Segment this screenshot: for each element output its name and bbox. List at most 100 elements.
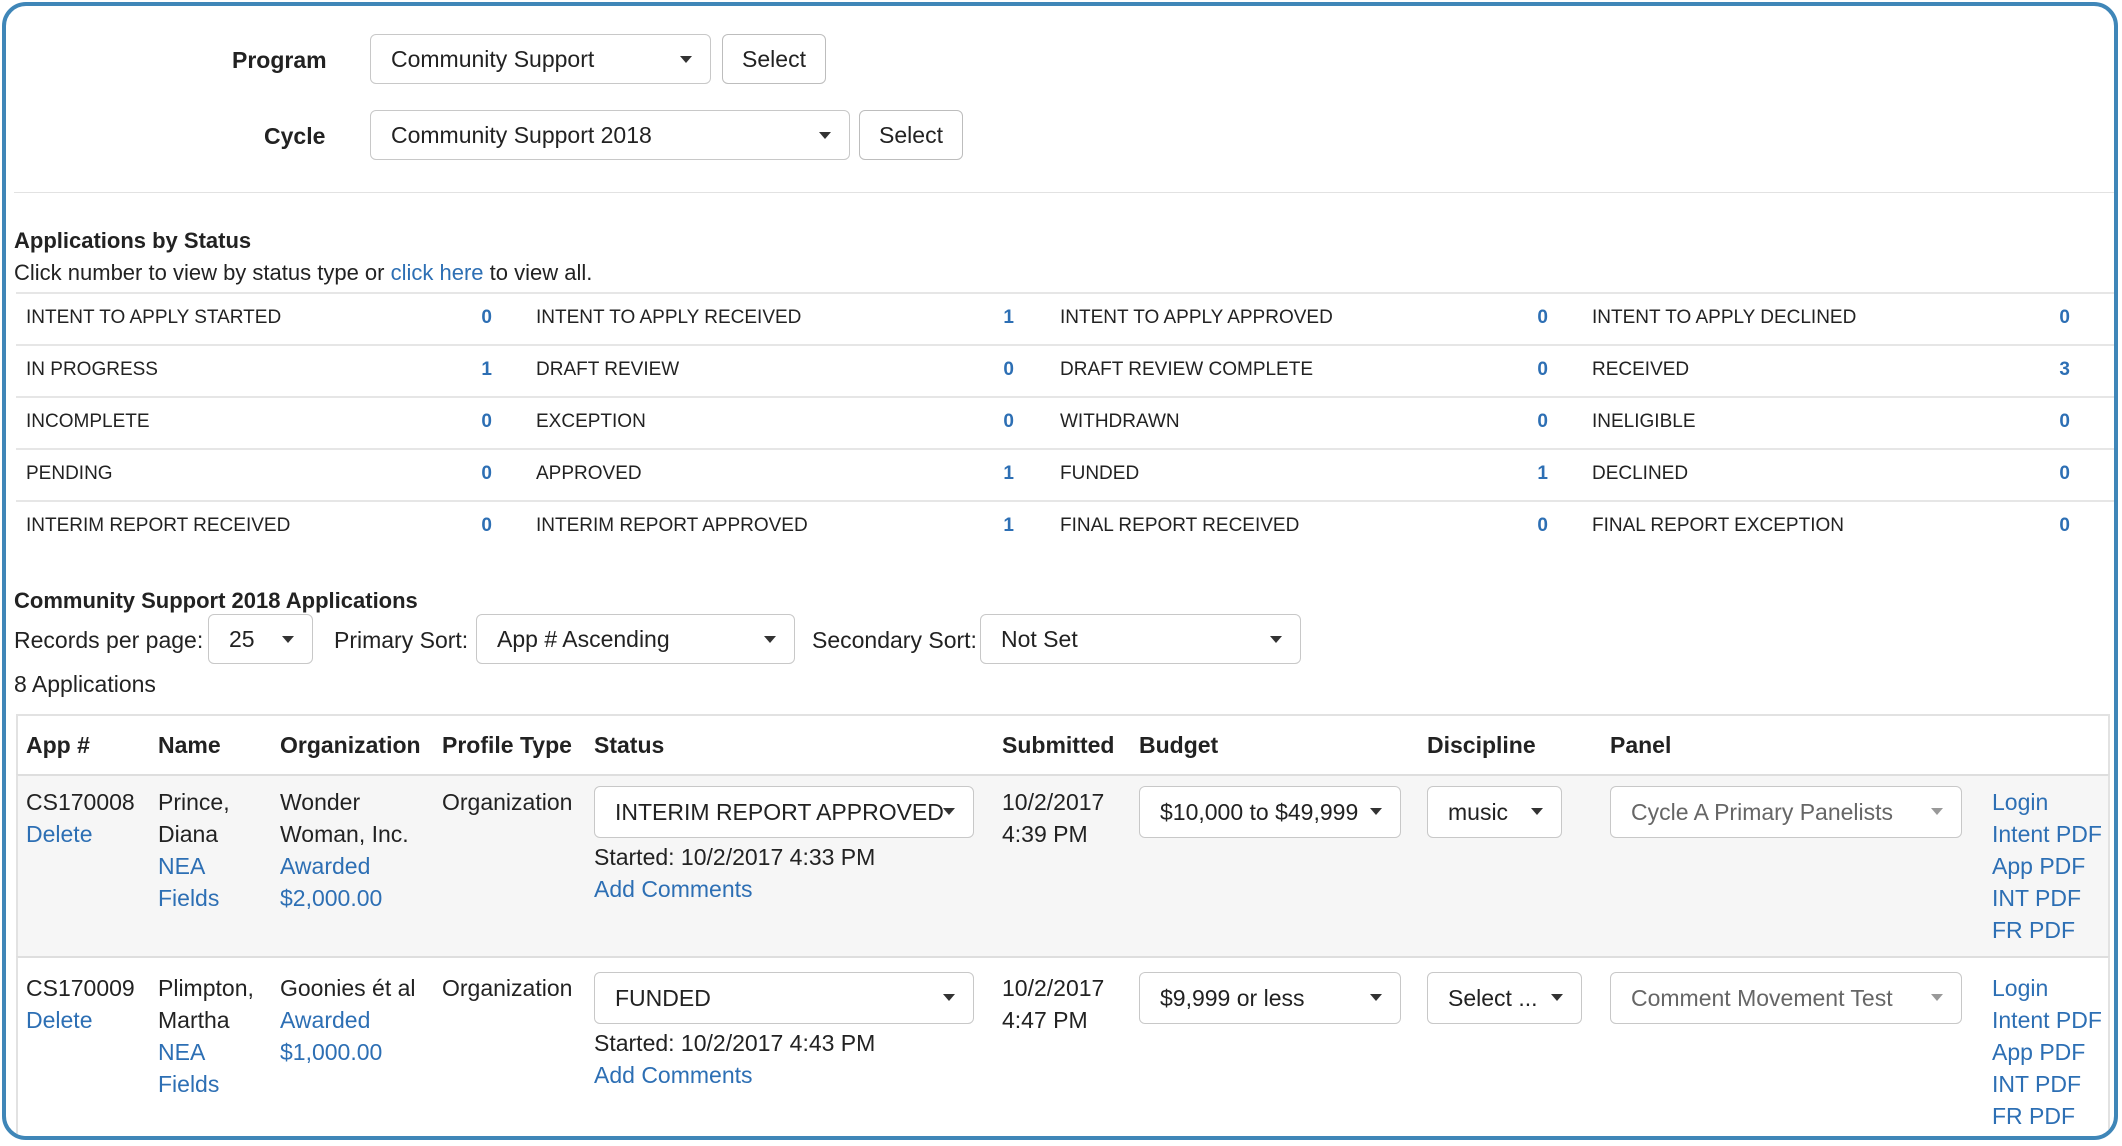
records-per-page-label: Records per page:	[14, 627, 204, 653]
chevron-down-icon	[1370, 808, 1382, 815]
status-label: DRAFT REVIEW COMPLETE	[1060, 359, 1314, 380]
program-select[interactable]: Community Support	[370, 34, 711, 84]
status-count-link[interactable]: 1	[974, 307, 1014, 329]
primary-sort-select[interactable]: App # Ascending	[476, 614, 795, 664]
delete-link[interactable]: Delete	[26, 1004, 135, 1036]
col-profile-type: Profile Type	[442, 732, 572, 758]
int-pdf-link[interactable]: INT PDF	[1992, 882, 2102, 914]
started-text: Started: 10/2/2017 4:33 PM	[594, 844, 876, 870]
applications-count: 8 Applications	[14, 671, 156, 697]
status-count-link[interactable]: 0	[1508, 515, 1548, 537]
fr-pdf-link[interactable]: FR PDF	[1992, 1100, 2102, 1132]
status-count-link[interactable]: 0	[974, 411, 1014, 433]
status-label: INCOMPLETE	[26, 411, 150, 432]
nea-link[interactable]: NEA	[158, 1036, 254, 1068]
organization-cell: Goonies ét al Awarded $1,000.00	[280, 972, 416, 1068]
status-count-link[interactable]: 0	[1508, 307, 1548, 329]
int-pdf-link[interactable]: INT PDF	[1992, 1068, 2102, 1100]
status-label: INTENT TO APPLY DECLINED	[1592, 307, 1857, 328]
status-count-link[interactable]: 0	[2030, 411, 2070, 433]
applicant-name-line2: Martha	[158, 1007, 230, 1033]
name-cell: Plimpton, Martha NEA Fields	[158, 972, 254, 1100]
budget-select[interactable]: $10,000 to $49,999	[1139, 786, 1401, 838]
login-link[interactable]: Login	[1992, 972, 2102, 1004]
status-count-link[interactable]: 1	[1508, 463, 1548, 485]
app-pdf-link[interactable]: App PDF	[1992, 850, 2102, 882]
name-cell: Prince, Diana NEA Fields	[158, 786, 230, 914]
app-frame: Program Community Support Select Cycle C…	[2, 2, 2118, 1140]
secondary-sort-select[interactable]: Not Set	[980, 614, 1301, 664]
awarded-link[interactable]: Awarded	[280, 850, 409, 882]
status-count-link[interactable]: 0	[1508, 411, 1548, 433]
status-count-link[interactable]: 1	[452, 359, 492, 381]
col-app: App #	[26, 732, 90, 758]
status-count-link[interactable]: 0	[1508, 359, 1548, 381]
add-comments-link[interactable]: Add Comments	[594, 873, 875, 905]
status-row-divider	[16, 396, 2114, 398]
status-select[interactable]: INTERIM REPORT APPROVED	[594, 786, 974, 838]
status-count-link[interactable]: 0	[452, 515, 492, 537]
nea-link[interactable]: NEA	[158, 850, 230, 882]
status-label: IN PROGRESS	[26, 359, 158, 380]
primary-sort-label: Primary Sort:	[334, 627, 469, 653]
primary-sort-value: App # Ascending	[497, 625, 670, 652]
instructions-suffix: to view all.	[483, 260, 593, 285]
intent-pdf-link[interactable]: Intent PDF	[1992, 1004, 2102, 1036]
col-status: Status	[594, 732, 665, 758]
cycle-select[interactable]: Community Support 2018	[370, 110, 850, 160]
organization-line2: Woman, Inc.	[280, 821, 409, 847]
fr-pdf-link[interactable]: FR PDF	[1992, 914, 2102, 946]
profile-type: Organization	[442, 975, 573, 1001]
col-budget: Budget	[1139, 732, 1219, 758]
chevron-down-icon	[1531, 808, 1543, 815]
status-count-link[interactable]: 0	[2030, 463, 2070, 485]
status-label: PENDING	[26, 463, 113, 484]
status-count-link[interactable]: 1	[974, 515, 1014, 537]
status-count-link[interactable]: 0	[452, 411, 492, 433]
intent-pdf-link[interactable]: Intent PDF	[1992, 818, 2102, 850]
status-count-link[interactable]: 3	[2030, 359, 2070, 381]
awarded-link[interactable]: Awarded	[280, 1004, 416, 1036]
instructions-prefix: Click number to view by status type or	[14, 260, 391, 285]
organization-line1: Goonies ét al	[280, 975, 416, 1001]
budget-value: $10,000 to $49,999	[1160, 798, 1359, 825]
status-count-link[interactable]: 0	[452, 463, 492, 485]
app-id: CS170009	[26, 975, 135, 1001]
status-count-link[interactable]: 0	[2030, 515, 2070, 537]
cycle-select-button[interactable]: Select	[859, 110, 963, 160]
fields-link[interactable]: Fields	[158, 882, 230, 914]
budget-select[interactable]: $9,999 or less	[1139, 972, 1401, 1024]
status-count-link[interactable]: 0	[452, 307, 492, 329]
app-pdf-link[interactable]: App PDF	[1992, 1036, 2102, 1068]
budget-value: $9,999 or less	[1160, 984, 1305, 1011]
row-links: Login Intent PDF App PDF INT PDF FR PDF	[1992, 972, 2102, 1132]
chevron-down-icon	[282, 636, 294, 643]
applicant-name-line1: Prince,	[158, 789, 230, 815]
login-link[interactable]: Login	[1992, 786, 2102, 818]
award-amount-link[interactable]: $2,000.00	[280, 882, 409, 914]
fields-link[interactable]: Fields	[158, 1068, 254, 1100]
program-select-button[interactable]: Select	[722, 34, 826, 84]
status-count-link[interactable]: 0	[974, 359, 1014, 381]
status-count-link[interactable]: 1	[974, 463, 1014, 485]
applicant-name-line1: Plimpton,	[158, 975, 254, 1001]
panel-select[interactable]: Comment Movement Test	[1610, 972, 1962, 1024]
col-organization: Organization	[280, 732, 421, 758]
panel-value: Cycle A Primary Panelists	[1631, 798, 1894, 825]
status-label: INTENT TO APPLY APPROVED	[1060, 307, 1333, 328]
status-count-link[interactable]: 0	[2030, 307, 2070, 329]
view-all-link[interactable]: click here	[391, 260, 484, 285]
delete-link[interactable]: Delete	[26, 818, 135, 850]
panel-select[interactable]: Cycle A Primary Panelists	[1610, 786, 1962, 838]
discipline-select[interactable]: Select ...	[1427, 972, 1582, 1024]
records-per-page-select[interactable]: 25	[208, 614, 313, 664]
started-text: Started: 10/2/2017 4:43 PM	[594, 1030, 876, 1056]
add-comments-link[interactable]: Add Comments	[594, 1059, 875, 1091]
status-row-divider	[16, 292, 2114, 294]
award-amount-link[interactable]: $1,000.00	[280, 1036, 416, 1068]
chevron-down-icon	[764, 636, 776, 643]
status-select[interactable]: FUNDED	[594, 972, 974, 1024]
submitted-time: 4:39 PM	[1002, 821, 1088, 847]
discipline-select[interactable]: music	[1427, 786, 1562, 838]
chevron-down-icon	[1370, 994, 1382, 1001]
